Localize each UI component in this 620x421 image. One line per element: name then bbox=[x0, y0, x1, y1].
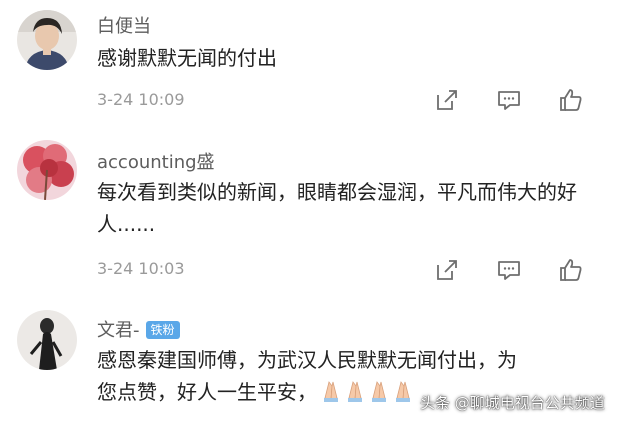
username[interactable]: 白便当 bbox=[97, 12, 151, 38]
comment-button[interactable] bbox=[478, 256, 540, 284]
timestamp: 3-24 10:03 bbox=[97, 259, 185, 278]
share-icon bbox=[437, 90, 457, 110]
comment-actions bbox=[416, 86, 602, 114]
avatar[interactable] bbox=[17, 310, 77, 370]
comment-button[interactable] bbox=[478, 86, 540, 114]
avatar[interactable] bbox=[17, 10, 77, 70]
comment-icon bbox=[498, 91, 520, 110]
share-button[interactable] bbox=[416, 256, 478, 284]
like-icon bbox=[560, 259, 582, 281]
avatar[interactable] bbox=[17, 140, 77, 200]
comment-text: 每次看到类似的新闻，眼睛都会湿润，平凡而伟大的好人...... bbox=[97, 180, 577, 236]
like-button[interactable] bbox=[540, 86, 602, 114]
comment-text: 感谢默默无闻的付出 bbox=[97, 46, 277, 70]
praying-hands-icon bbox=[319, 379, 415, 411]
like-icon bbox=[560, 89, 582, 111]
comment-actions bbox=[416, 256, 602, 284]
timestamp: 3-24 10:09 bbox=[97, 90, 185, 109]
comment-icon bbox=[498, 261, 520, 280]
share-icon bbox=[437, 260, 457, 280]
username: 文君- 铁粉 bbox=[97, 316, 180, 342]
like-button[interactable] bbox=[540, 256, 602, 284]
comment-item: 白便当 感谢默默无闻的付出 3-24 10:09 bbox=[0, 0, 620, 130]
share-button[interactable] bbox=[416, 86, 478, 114]
username-text[interactable]: 文君- bbox=[97, 320, 140, 341]
comment-text-line: 感恩秦建国师傅，为武汉人民默默无闻付出，为 bbox=[97, 348, 517, 372]
username[interactable]: accounting盛 bbox=[97, 148, 215, 174]
comment-item: accounting盛 每次看到类似的新闻，眼睛都会湿润，平凡而伟大的好人...… bbox=[0, 130, 620, 300]
comment-text-fragment: 您点赞，好人一生平安， bbox=[97, 380, 317, 404]
watermark: 头条 @聊城电视台公共频道 bbox=[420, 394, 605, 412]
fan-badge: 铁粉 bbox=[145, 321, 180, 339]
